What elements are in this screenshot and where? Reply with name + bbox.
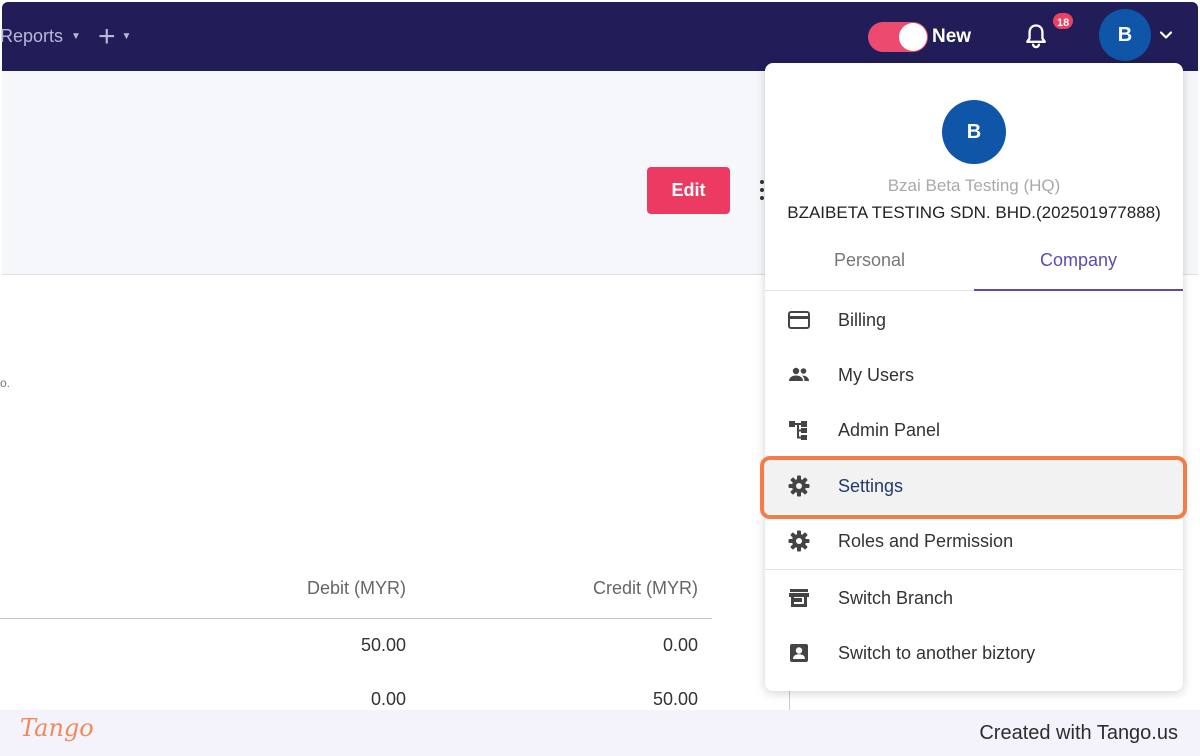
top-nav-bar: Reports ▼ + ▼: [0, 2, 1198, 71]
chevron-down-icon[interactable]: [1159, 28, 1173, 42]
menu-item-label: Roles and Permission: [838, 531, 1014, 551]
user-avatar-button[interactable]: B: [1099, 9, 1151, 61]
menu-item-label: Admin Panel: [838, 420, 941, 440]
tango-logo: Tango: [20, 714, 94, 742]
column-header-debit: Debit (MYR): [306, 578, 406, 598]
nav-reports-menu[interactable]: Reports ▼: [0, 26, 81, 47]
menu-item-label: Switch to another biztory: [838, 643, 1036, 663]
caret-down-icon: ▼: [121, 31, 132, 42]
menu-item-roles-and-permission[interactable]: Roles and Permission: [765, 514, 1183, 569]
settings-highlight-outline: [760, 456, 1187, 519]
caret-down-icon: ▼: [71, 31, 81, 42]
column-header-credit: Credit (MYR): [592, 578, 698, 598]
menu-item-label: Switch Branch: [838, 588, 954, 608]
avatar: B: [942, 100, 1006, 164]
menu-item-switch-biztory[interactable]: Switch to another biztory: [765, 626, 1183, 681]
plus-icon: +: [98, 20, 116, 53]
tango-footer: Tango Created with Tango.us: [0, 710, 1200, 756]
tab-company[interactable]: Company: [974, 241, 1183, 291]
table-cell-credit: 0.00: [662, 635, 698, 655]
toggle-knob: [899, 23, 927, 51]
new-ui-toggle-label: New: [932, 26, 972, 47]
hierarchy-icon: [789, 421, 807, 440]
tab-personal[interactable]: Personal: [765, 241, 974, 291]
account-tabs: Personal Company: [765, 241, 1183, 291]
table-cell-debit: 50.00: [360, 635, 406, 655]
menu-divider: [765, 569, 1183, 570]
menu-item-my-users[interactable]: My Users: [765, 348, 1183, 403]
account-box-icon: [790, 644, 808, 662]
menu-item-label: Billing: [838, 310, 887, 330]
credit-card-icon: [788, 311, 810, 329]
edit-button[interactable]: Edit: [647, 167, 730, 214]
quick-add-button[interactable]: + ▼: [98, 22, 131, 52]
content-border: [789, 690, 790, 710]
nav-reports-label: Reports: [0, 26, 64, 46]
new-ui-toggle[interactable]: [868, 22, 928, 52]
table-cell-credit: 50.00: [652, 689, 698, 709]
people-icon: [789, 367, 809, 381]
gear-icon: [788, 530, 810, 552]
menu-item-billing[interactable]: Billing: [765, 293, 1183, 348]
company-name: BZAIBETA TESTING SDN. BHD.(202501977888): [787, 203, 1161, 222]
menu-item-admin-panel[interactable]: Admin Panel: [765, 403, 1183, 458]
notification-count-badge: 18: [1051, 11, 1076, 31]
menu-item-switch-branch[interactable]: Switch Branch: [765, 571, 1183, 626]
table-header-divider: [0, 618, 712, 619]
table-cell-debit: 0.00: [370, 689, 406, 709]
menu-item-label: My Users: [838, 365, 914, 385]
bell-icon[interactable]: [1022, 22, 1050, 50]
truncated-text: o.: [0, 376, 11, 390]
branch-name: Bzai Beta Testing (HQ): [887, 176, 1061, 195]
account-dropdown-menu: B Bzai Beta Testing (HQ) BZAIBETA TESTIN…: [765, 63, 1183, 691]
store-icon: [789, 589, 809, 607]
tango-credit-text: Created with Tango.us: [979, 722, 1178, 744]
